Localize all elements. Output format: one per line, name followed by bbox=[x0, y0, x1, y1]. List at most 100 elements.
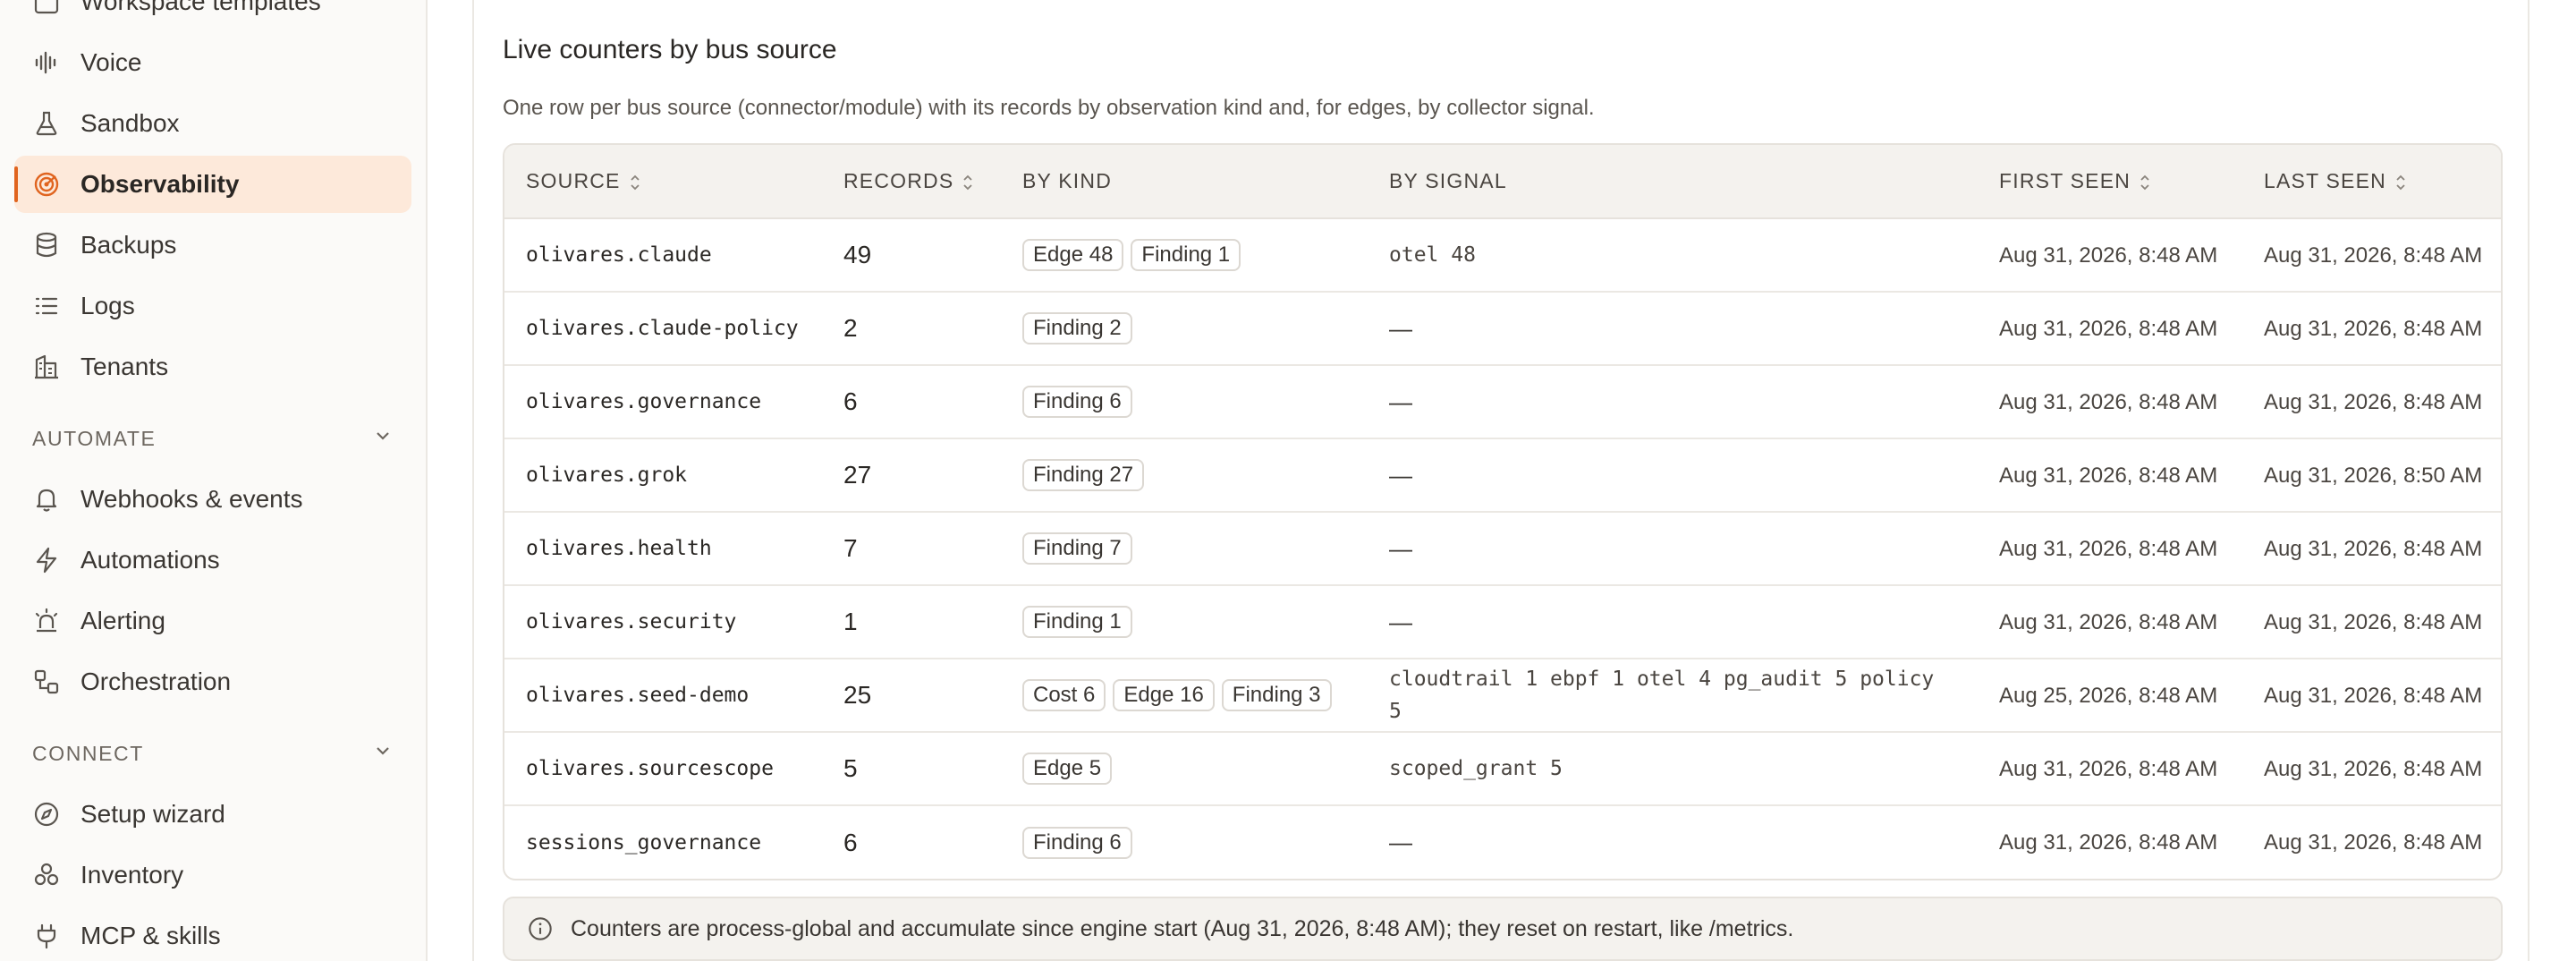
sidebar: Workspace templates Voice Sandbox Observabi… bbox=[0, 0, 428, 961]
compass-icon bbox=[32, 800, 61, 829]
column-header-label: LAST SEEN bbox=[2264, 169, 2386, 192]
counters-table-wrap: SOURCE RECORDS BY KIND BY SIGNAL FIRST S… bbox=[503, 143, 2503, 880]
kind-cell: Finding 1 bbox=[1001, 585, 1368, 659]
sidebar-item-label: Webhooks & events bbox=[80, 485, 303, 513]
sidebar-item-label: Backups bbox=[80, 231, 177, 259]
records-cell: 25 bbox=[843, 681, 872, 709]
table-row: olivares.governance 6 Finding 6 — Aug 31, 20… bbox=[504, 365, 2501, 438]
sort-icon bbox=[630, 174, 640, 191]
sidebar-item-setup-wizard[interactable]: Setup wizard bbox=[14, 786, 411, 843]
sidebar-item-label: Workspace templates bbox=[80, 0, 321, 15]
section-automate[interactable]: AUTOMATE bbox=[14, 406, 411, 471]
kind-chip: Edge 5 bbox=[1022, 753, 1113, 785]
column-header-label: RECORDS bbox=[843, 169, 954, 192]
zap-icon bbox=[32, 546, 61, 574]
first-seen-cell: Aug 31, 2026, 8:48 AM bbox=[1999, 242, 2218, 268]
siren-icon bbox=[32, 607, 61, 635]
section-connect[interactable]: CONNECT bbox=[14, 721, 411, 786]
records-cell: 2 bbox=[843, 314, 858, 342]
first-seen-cell: Aug 31, 2026, 8:48 AM bbox=[1999, 463, 2218, 488]
first-seen-cell: Aug 31, 2026, 8:48 AM bbox=[1999, 609, 2218, 634]
first-seen-cell: Aug 31, 2026, 8:48 AM bbox=[1999, 389, 2218, 414]
kind-cell: Cost 6 Edge 16 Finding 3 bbox=[1001, 659, 1368, 732]
kind-cell: Finding 7 bbox=[1001, 512, 1368, 585]
sidebar-item-tenants[interactable]: Tenants bbox=[14, 338, 411, 395]
counters-note: Counters are process-global and accumula… bbox=[503, 897, 2503, 961]
sidebar-item-label: Setup wizard bbox=[80, 800, 225, 828]
column-header-first-seen[interactable]: FIRST SEEN bbox=[1978, 145, 2242, 219]
sidebar-item-workspace-templates[interactable]: Workspace templates bbox=[14, 0, 411, 30]
records-cell: 6 bbox=[843, 828, 858, 856]
signal-cell: — bbox=[1389, 608, 1412, 635]
table-body: olivares.claude 49 Edge 48 Finding 1 otel 48… bbox=[504, 218, 2501, 879]
sidebar-item-orchestration[interactable]: Orchestration bbox=[14, 653, 411, 710]
last-seen-cell: Aug 31, 2026, 8:48 AM bbox=[2264, 389, 2483, 414]
source-cell: olivares.seed-demo bbox=[526, 684, 750, 707]
sidebar-item-label: Voice bbox=[80, 48, 142, 76]
signal-cell: — bbox=[1389, 461, 1412, 489]
last-seen-cell: Aug 31, 2026, 8:50 AM bbox=[2264, 463, 2483, 488]
source-cell: olivares.claude bbox=[526, 243, 712, 267]
sidebar-item-label: Inventory bbox=[80, 861, 184, 889]
kind-cell: Finding 27 bbox=[1001, 438, 1368, 512]
column-header-label: BY SIGNAL bbox=[1389, 169, 1507, 192]
building-icon bbox=[32, 353, 61, 381]
sidebar-item-label: Orchestration bbox=[80, 668, 232, 695]
chevron-down-icon bbox=[377, 747, 389, 755]
sidebar-item-backups[interactable]: Backups bbox=[14, 217, 411, 274]
kind-chip: Finding 2 bbox=[1022, 312, 1132, 344]
live-counters-card: Live counters by bus source One row per … bbox=[472, 0, 2529, 961]
sidebar-item-alerting[interactable]: Alerting bbox=[14, 592, 411, 650]
sidebar-item-voice[interactable]: Voice bbox=[14, 34, 411, 91]
source-cell: olivares.health bbox=[526, 537, 712, 560]
radar-icon bbox=[32, 170, 61, 199]
signal-cell: — bbox=[1389, 387, 1412, 415]
column-header-records[interactable]: RECORDS bbox=[822, 145, 1001, 219]
workflow-icon bbox=[32, 668, 61, 696]
table-row: olivares.sourcescope 5 Edge 5 scoped_grant … bbox=[504, 732, 2501, 805]
signal-cell: scoped_grant 5 bbox=[1389, 757, 1563, 780]
sidebar-item-mcp-and-skills[interactable]: MCP & skills bbox=[14, 907, 411, 961]
sidebar-item-automations[interactable]: Automations bbox=[14, 532, 411, 589]
app-root: Workspace templates Voice Sandbox Observabi… bbox=[0, 0, 2576, 961]
sort-icon bbox=[963, 174, 973, 191]
plug-icon bbox=[32, 922, 61, 950]
chevron-down-icon bbox=[372, 425, 394, 452]
kind-cell: Finding 6 bbox=[1001, 365, 1368, 438]
sidebar-item-sandbox[interactable]: Sandbox bbox=[14, 95, 411, 152]
sidebar-item-observability[interactable]: Observability bbox=[14, 156, 411, 213]
bell-icon bbox=[32, 485, 61, 514]
kind-chip: Edge 16 bbox=[1113, 679, 1215, 711]
last-seen-cell: Aug 31, 2026, 8:48 AM bbox=[2264, 242, 2483, 268]
sidebar-item-webhooks-and-events[interactable]: Webhooks & events bbox=[14, 471, 411, 528]
first-seen-cell: Aug 31, 2026, 8:48 AM bbox=[1999, 756, 2218, 781]
column-header-by-kind: BY KIND bbox=[1001, 145, 1368, 219]
column-header-source[interactable]: SOURCE bbox=[504, 145, 822, 219]
records-cell: 7 bbox=[843, 534, 858, 562]
first-seen-cell: Aug 31, 2026, 8:48 AM bbox=[1999, 830, 2218, 855]
kind-cell: Finding 6 bbox=[1001, 805, 1368, 879]
sidebar-item-logs[interactable]: Logs bbox=[14, 277, 411, 335]
section-label: CONNECT bbox=[32, 741, 144, 765]
kind-chip: Cost 6 bbox=[1022, 679, 1106, 711]
kind-chip: Finding 3 bbox=[1221, 679, 1332, 711]
table-row: olivares.security 1 Finding 1 — Aug 31, 2026… bbox=[504, 585, 2501, 659]
card-title: Live counters by bus source bbox=[503, 35, 837, 64]
sidebar-item-label: Automations bbox=[80, 546, 220, 574]
column-header-label: SOURCE bbox=[526, 169, 621, 192]
sidebar-item-inventory[interactable]: Inventory bbox=[14, 846, 411, 904]
source-cell: olivares.claude-policy bbox=[526, 317, 799, 340]
records-cell: 49 bbox=[843, 241, 872, 268]
kind-chip: Finding 6 bbox=[1022, 386, 1132, 418]
section-label: AUTOMATE bbox=[32, 426, 157, 450]
database-icon bbox=[32, 231, 61, 259]
records-cell: 6 bbox=[843, 387, 858, 415]
signal-cell: otel 48 bbox=[1389, 243, 1476, 267]
sort-icon bbox=[2140, 174, 2149, 191]
column-header-by-signal: BY SIGNAL bbox=[1368, 145, 1978, 219]
source-cell: olivares.grok bbox=[526, 463, 688, 487]
sort-icon bbox=[2396, 174, 2405, 191]
kind-chip: Finding 7 bbox=[1022, 532, 1132, 565]
signal-cell: cloudtrail 1 ebpf 1 otel 4 pg_audit 5 po… bbox=[1389, 668, 1935, 723]
column-header-last-seen[interactable]: LAST SEEN bbox=[2242, 145, 2501, 219]
